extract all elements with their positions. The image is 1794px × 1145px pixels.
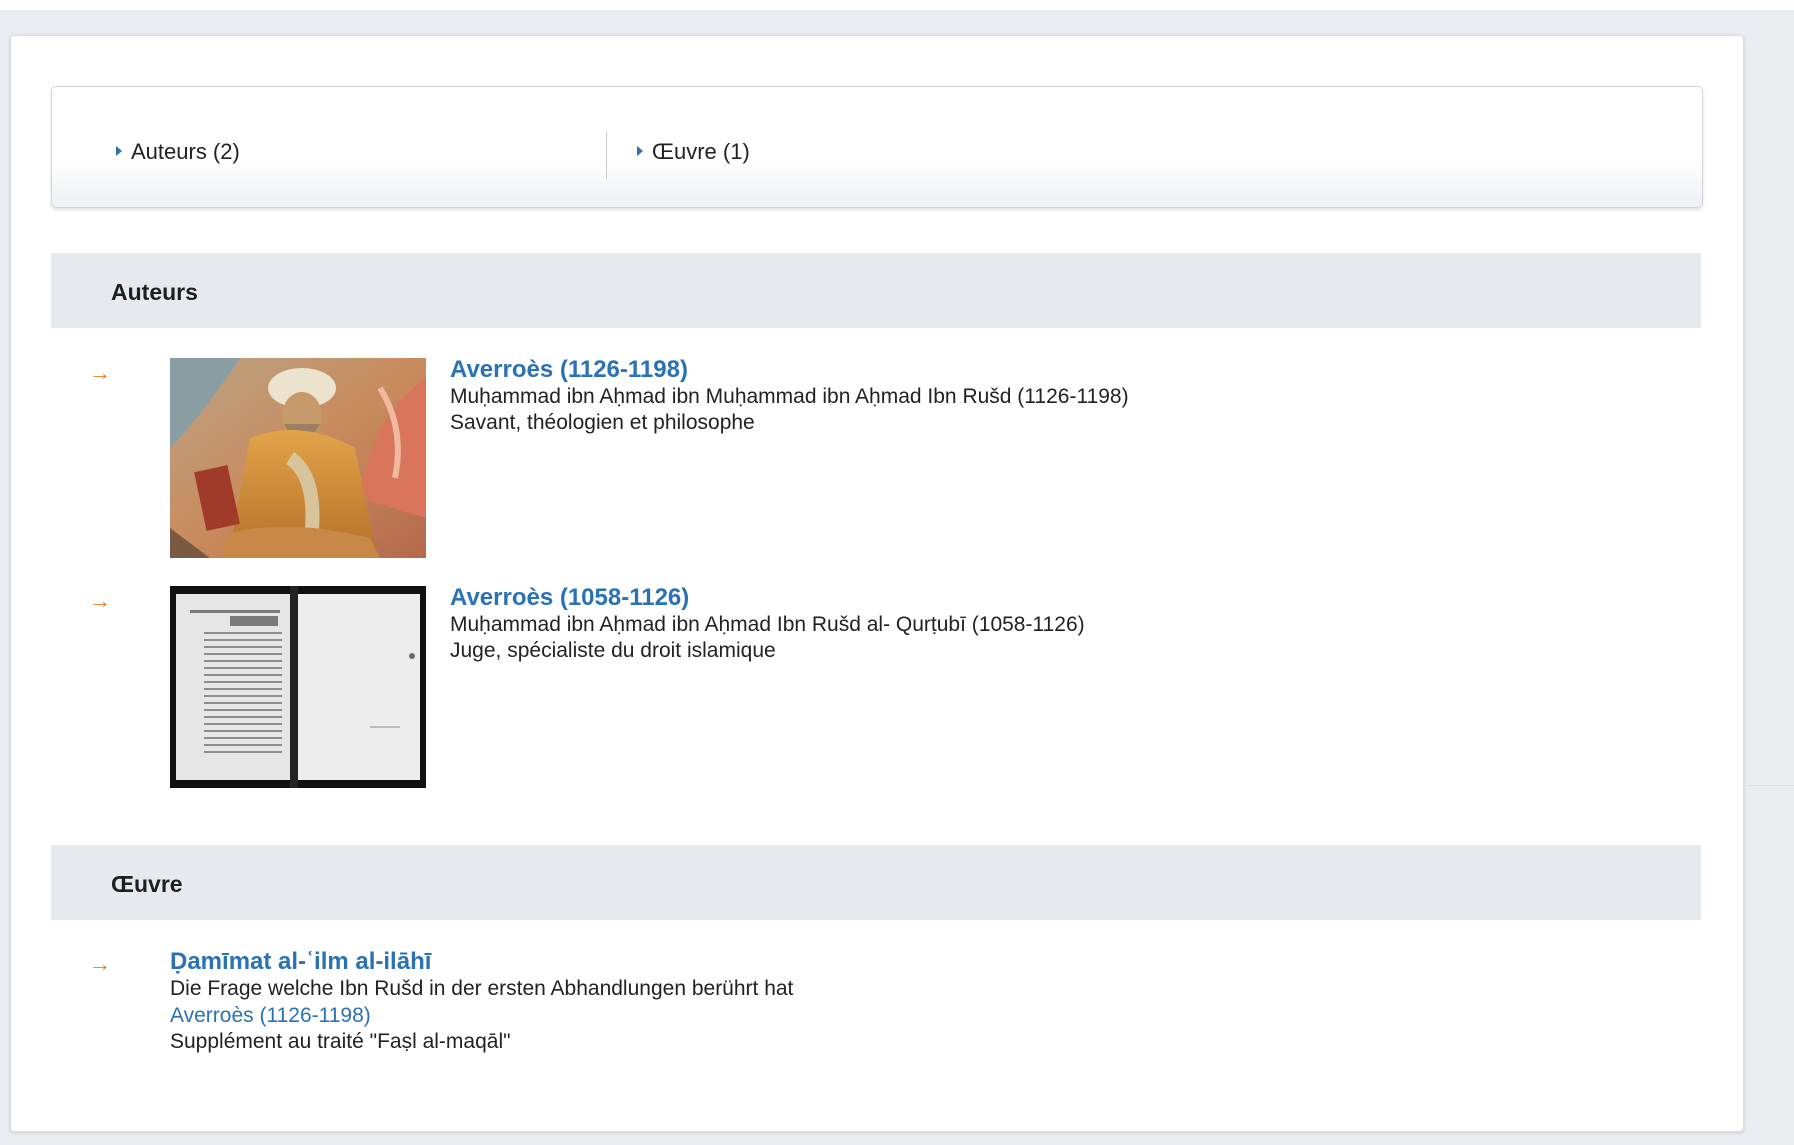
right-arrow-icon: →	[89, 951, 111, 976]
toc-item-works[interactable]: Œuvre (1)	[637, 139, 750, 165]
work-entry: → Ḍamīmat al-ʿilm al-ilāhī Die Frage wel…	[51, 948, 1701, 1058]
toc-divider	[606, 131, 607, 179]
author-thumbnail-manuscript[interactable]	[170, 586, 426, 788]
author-entry: →	[51, 356, 1701, 561]
work-subtitle: Die Frage welche Ibn Rušd in der ersten …	[170, 977, 794, 1000]
toc-item-label: Œuvre (1)	[652, 139, 750, 164]
author-entry: →	[51, 584, 1701, 794]
section-title: Auteurs	[111, 279, 198, 305]
author-name-link[interactable]: Averroès (1126-1198)	[450, 356, 1129, 384]
results-card: Auteurs (2) Œuvre (1) Auteurs → Averroès…	[10, 35, 1744, 1132]
toc-item-authors[interactable]: Auteurs (2)	[116, 139, 240, 165]
author-name-link[interactable]: Averroès (1058-1126)	[450, 584, 1085, 612]
section-title: Œuvre	[111, 871, 183, 897]
right-arrow-icon: →	[89, 588, 111, 613]
author-details: Averroès (1058-1126) Muḥammad ibn Aḥmad …	[450, 584, 1085, 664]
author-details: Averroès (1126-1198) Muḥammad ibn Aḥmad …	[450, 356, 1129, 436]
triangle-right-icon	[637, 146, 643, 156]
author-description: Savant, théologien et philosophe	[450, 411, 755, 434]
work-title-link[interactable]: Ḍamīmat al-ʿilm al-ilāhī	[170, 948, 793, 976]
right-panel	[1748, 10, 1794, 1145]
portrait-painting-image	[170, 358, 426, 558]
author-description: Juge, spécialiste du droit islamique	[450, 639, 776, 662]
section-header-works: Œuvre	[51, 845, 1701, 920]
top-strip	[0, 0, 1794, 10]
author-thumbnail-portrait[interactable]	[170, 358, 426, 558]
right-arrow-icon: →	[89, 360, 111, 385]
author-full-name: Muḥammad ibn Aḥmad ibn Aḥmad Ibn Rušd al…	[450, 613, 1085, 636]
manuscript-page-image	[170, 586, 426, 788]
triangle-right-icon	[116, 146, 122, 156]
work-note: Supplément au traité "Faṣl al-maqāl"	[170, 1030, 511, 1053]
author-full-name: Muḥammad ibn Aḥmad ibn Muḥammad ibn Aḥma…	[450, 385, 1129, 408]
toc-item-label: Auteurs (2)	[131, 139, 240, 164]
work-details: Ḍamīmat al-ʿilm al-ilāhī Die Frage welch…	[170, 948, 793, 1055]
section-header-authors: Auteurs	[51, 253, 1701, 328]
work-author-link[interactable]: Averroès (1126-1198)	[170, 1002, 793, 1029]
table-of-contents: Auteurs (2) Œuvre (1)	[51, 86, 1703, 208]
right-panel-divider	[1748, 785, 1794, 786]
